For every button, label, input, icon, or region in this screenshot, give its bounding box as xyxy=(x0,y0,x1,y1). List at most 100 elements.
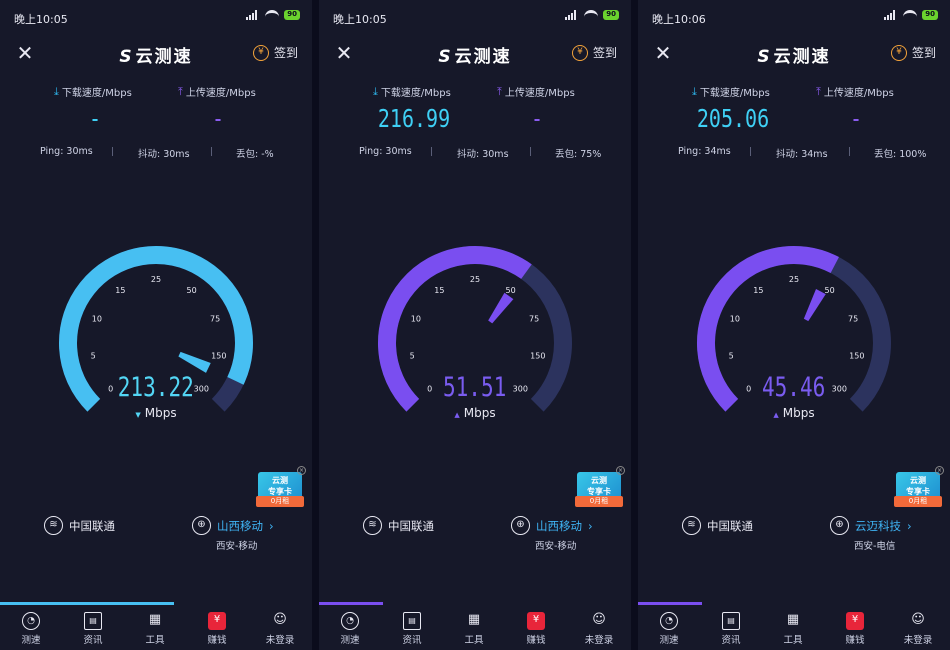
bottom-tab-bar: ◔ 测速 ▤ 资讯 ▦ 工具 ¥ 赚钱 ☺ 未登录 xyxy=(638,602,950,650)
tab-earn[interactable]: ¥ 赚钱 xyxy=(192,612,242,646)
logo-text: 云测速 xyxy=(773,47,831,67)
bottom-tab-bar: ◔ 测速 ▤ 资讯 ▦ 工具 ¥ 赚钱 ☺ 未登录 xyxy=(319,602,631,650)
tab-speedtest[interactable]: ◔ 测速 xyxy=(325,612,375,646)
coin-icon: ¥ xyxy=(890,44,907,61)
network-info: ≋ 中国联通 ⊕ 山西移动 › 西安-移动 xyxy=(0,514,312,554)
status-bar: 晚上10:05 90 xyxy=(319,0,631,34)
user-icon: ☺ xyxy=(273,612,287,627)
status-icons: 90 xyxy=(884,10,938,20)
gauge-tick-label: 15 xyxy=(753,286,763,295)
tab-progress-indicator xyxy=(319,602,383,605)
isp-name: 中国联通 xyxy=(69,518,115,533)
status-icons: 90 xyxy=(565,10,619,20)
upload-value: - xyxy=(211,104,225,133)
gauge-tick-label: 75 xyxy=(848,315,858,324)
server-location: 西安-电信 xyxy=(854,541,896,552)
gauge-needle xyxy=(488,292,514,324)
download-header: ⤓ 下载速度/Mbps xyxy=(692,84,770,100)
tab-tools[interactable]: ▦ 工具 xyxy=(130,612,180,646)
close-icon[interactable]: × xyxy=(935,466,944,475)
tab-label: 未登录 xyxy=(584,635,614,646)
tab-label: 未登录 xyxy=(265,635,295,646)
tab-account[interactable]: ☺ 未登录 xyxy=(255,612,305,646)
download-value: - xyxy=(88,104,102,133)
tab-tools[interactable]: ▦ 工具 xyxy=(768,612,818,646)
download-label: 下载速度/Mbps xyxy=(699,88,770,99)
current-speed-unit: ▼ Mbps xyxy=(0,406,312,420)
speed-gauge: 051015255075150300 xyxy=(696,246,891,412)
user-icon: ☺ xyxy=(911,612,925,627)
upload-arrow-icon: ⤒ xyxy=(178,84,183,98)
tab-label: 赚钱 xyxy=(845,635,865,646)
speed-headers: ⤓ 下载速度/Mbps ⤒ 上传速度/Mbps xyxy=(319,84,631,104)
gauge-tick-label: 5 xyxy=(729,352,734,361)
server-selector[interactable]: ⊕ 云迈科技 › xyxy=(830,516,912,535)
server-name: 云迈科技 xyxy=(855,518,901,533)
download-header: ⤓ 下载速度/Mbps xyxy=(373,84,451,100)
tab-news[interactable]: ▤ 资讯 xyxy=(387,612,437,646)
app-header: ✕ S 云测速 ¥ 签到 xyxy=(638,36,950,70)
tab-speedtest[interactable]: ◔ 测速 xyxy=(6,612,56,646)
divider xyxy=(750,147,751,156)
gauge-tick-label: 50 xyxy=(187,286,197,295)
current-speed-unit: ▲ Mbps xyxy=(638,406,950,420)
tab-news[interactable]: ▤ 资讯 xyxy=(68,612,118,646)
download-label: 下载速度/Mbps xyxy=(61,88,132,99)
promo-banner[interactable]: 云测 专享卡 0月租 × xyxy=(256,466,306,508)
promo-line1: 云测 xyxy=(591,476,607,485)
phase-indicator-icon: ▲ xyxy=(454,411,460,419)
download-arrow-icon: ⤓ xyxy=(692,84,697,98)
close-icon[interactable]: × xyxy=(616,466,625,475)
news-icon: ▤ xyxy=(84,612,102,630)
upload-arrow-icon: ⤒ xyxy=(497,84,502,98)
server-selector[interactable]: ⊕ 山西移动 › xyxy=(511,516,593,535)
gauge-tick-label: 50 xyxy=(506,286,516,295)
promo-banner[interactable]: 云测 专享卡 0月租 × xyxy=(894,466,944,508)
tab-account[interactable]: ☺ 未登录 xyxy=(893,612,943,646)
divider xyxy=(431,147,432,156)
gauge-tick-label: 5 xyxy=(91,352,96,361)
wifi-icon xyxy=(265,10,280,20)
gauge-tick-label: 25 xyxy=(470,275,480,284)
gauge-tick-label: 15 xyxy=(434,286,444,295)
speedtest-screen-2: 晚上10:05 90 ✕ S 云测速 ¥ 签到 ⤓ 下载速度/Mbps ⤒ 上传速度/… xyxy=(319,0,631,650)
current-speed-value: 51.51 xyxy=(443,372,507,403)
tab-speedtest[interactable]: ◔ 测速 xyxy=(644,612,694,646)
status-bar: 晚上10:05 90 xyxy=(0,0,312,34)
network-info: ≋ 中国联通 ⊕ 云迈科技 › 西安-电信 xyxy=(638,514,950,554)
signin-button[interactable]: ¥ 签到 xyxy=(571,44,617,61)
upload-label: 上传速度/Mbps xyxy=(823,88,894,99)
tab-news[interactable]: ▤ 资讯 xyxy=(706,612,756,646)
signin-button[interactable]: ¥ 签到 xyxy=(890,44,936,61)
wifi-icon xyxy=(903,10,918,20)
logo-text: 云测速 xyxy=(454,47,512,67)
close-icon[interactable]: × xyxy=(297,466,306,475)
speed-values: 205.06 - xyxy=(638,104,950,136)
tab-progress-indicator xyxy=(0,602,174,605)
signin-button[interactable]: ¥ 签到 xyxy=(252,44,298,61)
status-time: 晚上10:05 xyxy=(333,13,387,26)
ping-stat: Ping: 34ms xyxy=(678,146,731,157)
gauge-tick-label: 25 xyxy=(151,275,161,284)
tab-earn[interactable]: ¥ 赚钱 xyxy=(830,612,880,646)
server-location: 西安-移动 xyxy=(535,541,577,552)
upload-header: ⤒ 上传速度/Mbps xyxy=(816,84,894,100)
gauge-needle xyxy=(178,351,211,373)
download-header: ⤓ 下载速度/Mbps xyxy=(54,84,132,100)
wifi-icon: ≋ xyxy=(44,516,63,535)
grid-icon: ▦ xyxy=(148,612,162,627)
promo-banner[interactable]: 云测 专享卡 0月租 × xyxy=(575,466,625,508)
tab-label: 赚钱 xyxy=(207,635,227,646)
gauge-tick-label: 50 xyxy=(825,286,835,295)
tab-tools[interactable]: ▦ 工具 xyxy=(449,612,499,646)
speed-headers: ⤓ 下载速度/Mbps ⤒ 上传速度/Mbps xyxy=(0,84,312,104)
isp-info: ≋ 中国联通 xyxy=(363,516,434,535)
tab-label: 工具 xyxy=(464,635,484,646)
grid-icon: ▦ xyxy=(467,612,481,627)
tab-earn[interactable]: ¥ 赚钱 xyxy=(511,612,561,646)
server-selector[interactable]: ⊕ 山西移动 › xyxy=(192,516,274,535)
tab-account[interactable]: ☺ 未登录 xyxy=(574,612,624,646)
signal-icon xyxy=(246,10,260,20)
upload-value: - xyxy=(530,104,544,133)
tab-label: 资讯 xyxy=(721,635,741,646)
